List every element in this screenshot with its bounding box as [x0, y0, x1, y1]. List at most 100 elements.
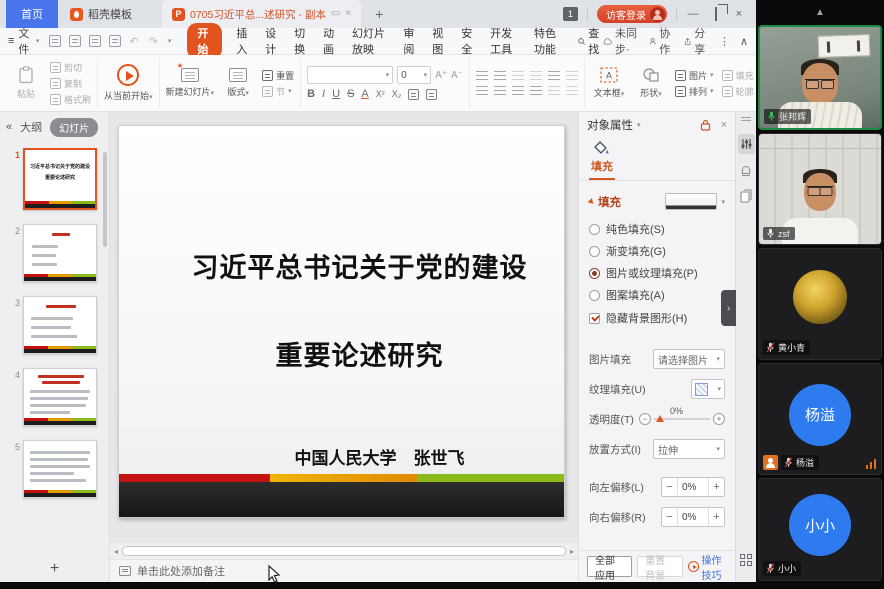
- collapse-panel-icon[interactable]: «: [6, 121, 12, 133]
- lock-icon[interactable]: [700, 119, 711, 131]
- output-icon[interactable]: [69, 35, 81, 47]
- texture-fill-select[interactable]: ▾: [691, 379, 725, 399]
- bullets-icon[interactable]: [476, 71, 488, 81]
- superscript-button[interactable]: X²: [376, 89, 385, 99]
- offset-left-stepper[interactable]: − 0% +: [661, 477, 725, 497]
- tab-animation[interactable]: 动画: [323, 25, 338, 57]
- line-spacing-icon[interactable]: [548, 71, 560, 81]
- more-menu-icon[interactable]: ⋮: [719, 35, 730, 48]
- reset-background-button[interactable]: 重置背景: [637, 556, 682, 577]
- section-button[interactable]: 节▾: [262, 85, 294, 98]
- slide-thumbnail-1[interactable]: 1 习近平总书记关于党的建设重要论述研究: [8, 148, 109, 210]
- radio-picture-fill[interactable]: 图片或纹理填充(P): [589, 262, 725, 284]
- plus-button[interactable]: +: [709, 508, 724, 526]
- decrease-icon[interactable]: −: [639, 413, 651, 425]
- placement-select[interactable]: 拉伸▾: [653, 439, 725, 459]
- tab-slides[interactable]: 幻灯片: [50, 118, 98, 137]
- collapse-properties-handle[interactable]: ›: [721, 290, 736, 326]
- underline-button[interactable]: U: [332, 88, 340, 100]
- thumbnail-canvas[interactable]: [23, 440, 97, 498]
- tab-transition[interactable]: 切换: [294, 25, 309, 57]
- add-slide-button[interactable]: +: [0, 556, 109, 582]
- participant-tile-5[interactable]: 小小 小小: [758, 478, 882, 581]
- slide-thumbnail-3[interactable]: 3: [8, 296, 109, 354]
- properties-toolbar-button[interactable]: [738, 134, 755, 154]
- fill-preview-swatch[interactable]: [665, 193, 717, 210]
- redo-icon[interactable]: ↷: [149, 35, 160, 48]
- hide-background-checkbox[interactable]: 隐藏背景图形(H): [589, 306, 725, 330]
- picture-fill-select[interactable]: 请选择图片▾: [653, 349, 725, 369]
- decrease-font-button[interactable]: A⁻: [451, 70, 463, 81]
- justify-icon[interactable]: [530, 86, 542, 96]
- slide-title-line1[interactable]: 习近平总书记关于党的建设: [137, 246, 565, 285]
- increase-font-button[interactable]: A⁺: [435, 70, 447, 81]
- radio-gradient-fill[interactable]: 渐变填充(G): [589, 240, 725, 262]
- outline-button[interactable]: 轮廓▾: [722, 85, 756, 98]
- chevron-down-icon[interactable]: ▾: [721, 198, 725, 206]
- slide-thumbnail-4[interactable]: 4: [8, 368, 109, 426]
- increase-icon[interactable]: +: [713, 413, 725, 425]
- cut-button[interactable]: 剪切: [50, 61, 91, 74]
- print-preview-icon[interactable]: [109, 35, 121, 47]
- chevron-down-icon[interactable]: ▾: [637, 121, 641, 129]
- close-button[interactable]: ×: [732, 8, 746, 20]
- tab-features[interactable]: 特色功能: [534, 25, 564, 57]
- effects-icon[interactable]: [740, 165, 752, 178]
- textbox-button[interactable]: A 文本框▾: [591, 67, 627, 99]
- tab-slideshow[interactable]: 幻灯片放映: [352, 25, 389, 57]
- italic-button[interactable]: I: [322, 88, 325, 100]
- format-painter-button[interactable]: 格式刷: [50, 93, 91, 106]
- save-icon[interactable]: [49, 35, 61, 47]
- slide-canvas[interactable]: 习近平总书记关于党的建设 重要论述研究 中国人民大学 张世飞: [110, 112, 578, 542]
- participant-tile-1[interactable]: 张邦辉: [758, 25, 882, 130]
- close-panel-icon[interactable]: ×: [721, 119, 727, 131]
- slide-thumbnail-5[interactable]: 5: [8, 440, 109, 498]
- slides-scrollbar[interactable]: [103, 152, 107, 247]
- customize-toolbar-icon[interactable]: ▾: [168, 37, 172, 45]
- paste-button[interactable]: 粘贴: [8, 66, 44, 100]
- app-grid-icon[interactable]: [740, 554, 752, 566]
- slider-handle[interactable]: [656, 415, 664, 422]
- minus-button[interactable]: −: [662, 478, 677, 496]
- thumbnail-canvas[interactable]: [23, 296, 97, 354]
- thumbnail-canvas[interactable]: [23, 224, 97, 282]
- arrange-button[interactable]: 排列▾: [675, 85, 714, 98]
- decrease-indent-icon[interactable]: [512, 71, 524, 81]
- thumbnail-canvas[interactable]: 习近平总书记关于党的建设重要论述研究: [23, 148, 97, 210]
- print-icon[interactable]: [89, 35, 101, 47]
- collapse-ribbon-icon[interactable]: ∧: [740, 35, 748, 48]
- fill-section-header[interactable]: 填充 ▾: [589, 193, 725, 210]
- offset-right-stepper[interactable]: − 0% +: [661, 507, 725, 527]
- tab-insert[interactable]: 插入: [236, 25, 251, 57]
- scrollbar-thumb[interactable]: [122, 546, 566, 556]
- slide-title-line2[interactable]: 重要论述研究: [137, 334, 565, 373]
- tab-home[interactable]: 开始: [187, 23, 222, 59]
- new-tab-button[interactable]: +: [375, 6, 383, 22]
- slide-thumbnail-2[interactable]: 2: [8, 224, 109, 282]
- increase-indent-icon[interactable]: [530, 71, 542, 81]
- text-direction-icon[interactable]: [566, 71, 578, 81]
- font-size-select[interactable]: 0▾: [397, 66, 431, 84]
- tab-view[interactable]: 视图: [432, 25, 447, 57]
- current-slide[interactable]: 习近平总书记关于党的建设 重要论述研究 中国人民大学 张世飞: [118, 125, 565, 518]
- fill-button[interactable]: 填充▾: [722, 69, 756, 82]
- radio-solid-fill[interactable]: 纯色填充(S): [589, 218, 725, 240]
- collaborate-button[interactable]: 协作: [649, 25, 674, 57]
- tab-find[interactable]: 查找: [578, 25, 603, 57]
- tab-devtools[interactable]: 开发工具: [490, 25, 520, 57]
- sync-status[interactable]: 未同步·: [603, 25, 639, 57]
- participant-tile-4[interactable]: 杨溢 杨溢: [758, 363, 882, 475]
- radio-pattern-fill[interactable]: 图案填充(A): [589, 284, 725, 306]
- undo-icon[interactable]: ↶: [129, 35, 140, 48]
- home-tab[interactable]: 首页: [6, 0, 58, 28]
- picture-button[interactable]: 图片▾: [675, 69, 714, 82]
- scroll-left-icon[interactable]: ◂: [114, 547, 118, 556]
- numbering-icon[interactable]: [494, 71, 506, 81]
- tab-outline[interactable]: 大纲: [20, 119, 42, 135]
- restore-button[interactable]: [709, 8, 723, 20]
- handle-icon[interactable]: [741, 117, 751, 123]
- thumbnail-canvas[interactable]: [23, 368, 97, 426]
- subscript-button[interactable]: X₂: [392, 89, 402, 99]
- distribute-icon[interactable]: [548, 86, 560, 96]
- participant-tile-3[interactable]: 黄小青: [758, 248, 882, 360]
